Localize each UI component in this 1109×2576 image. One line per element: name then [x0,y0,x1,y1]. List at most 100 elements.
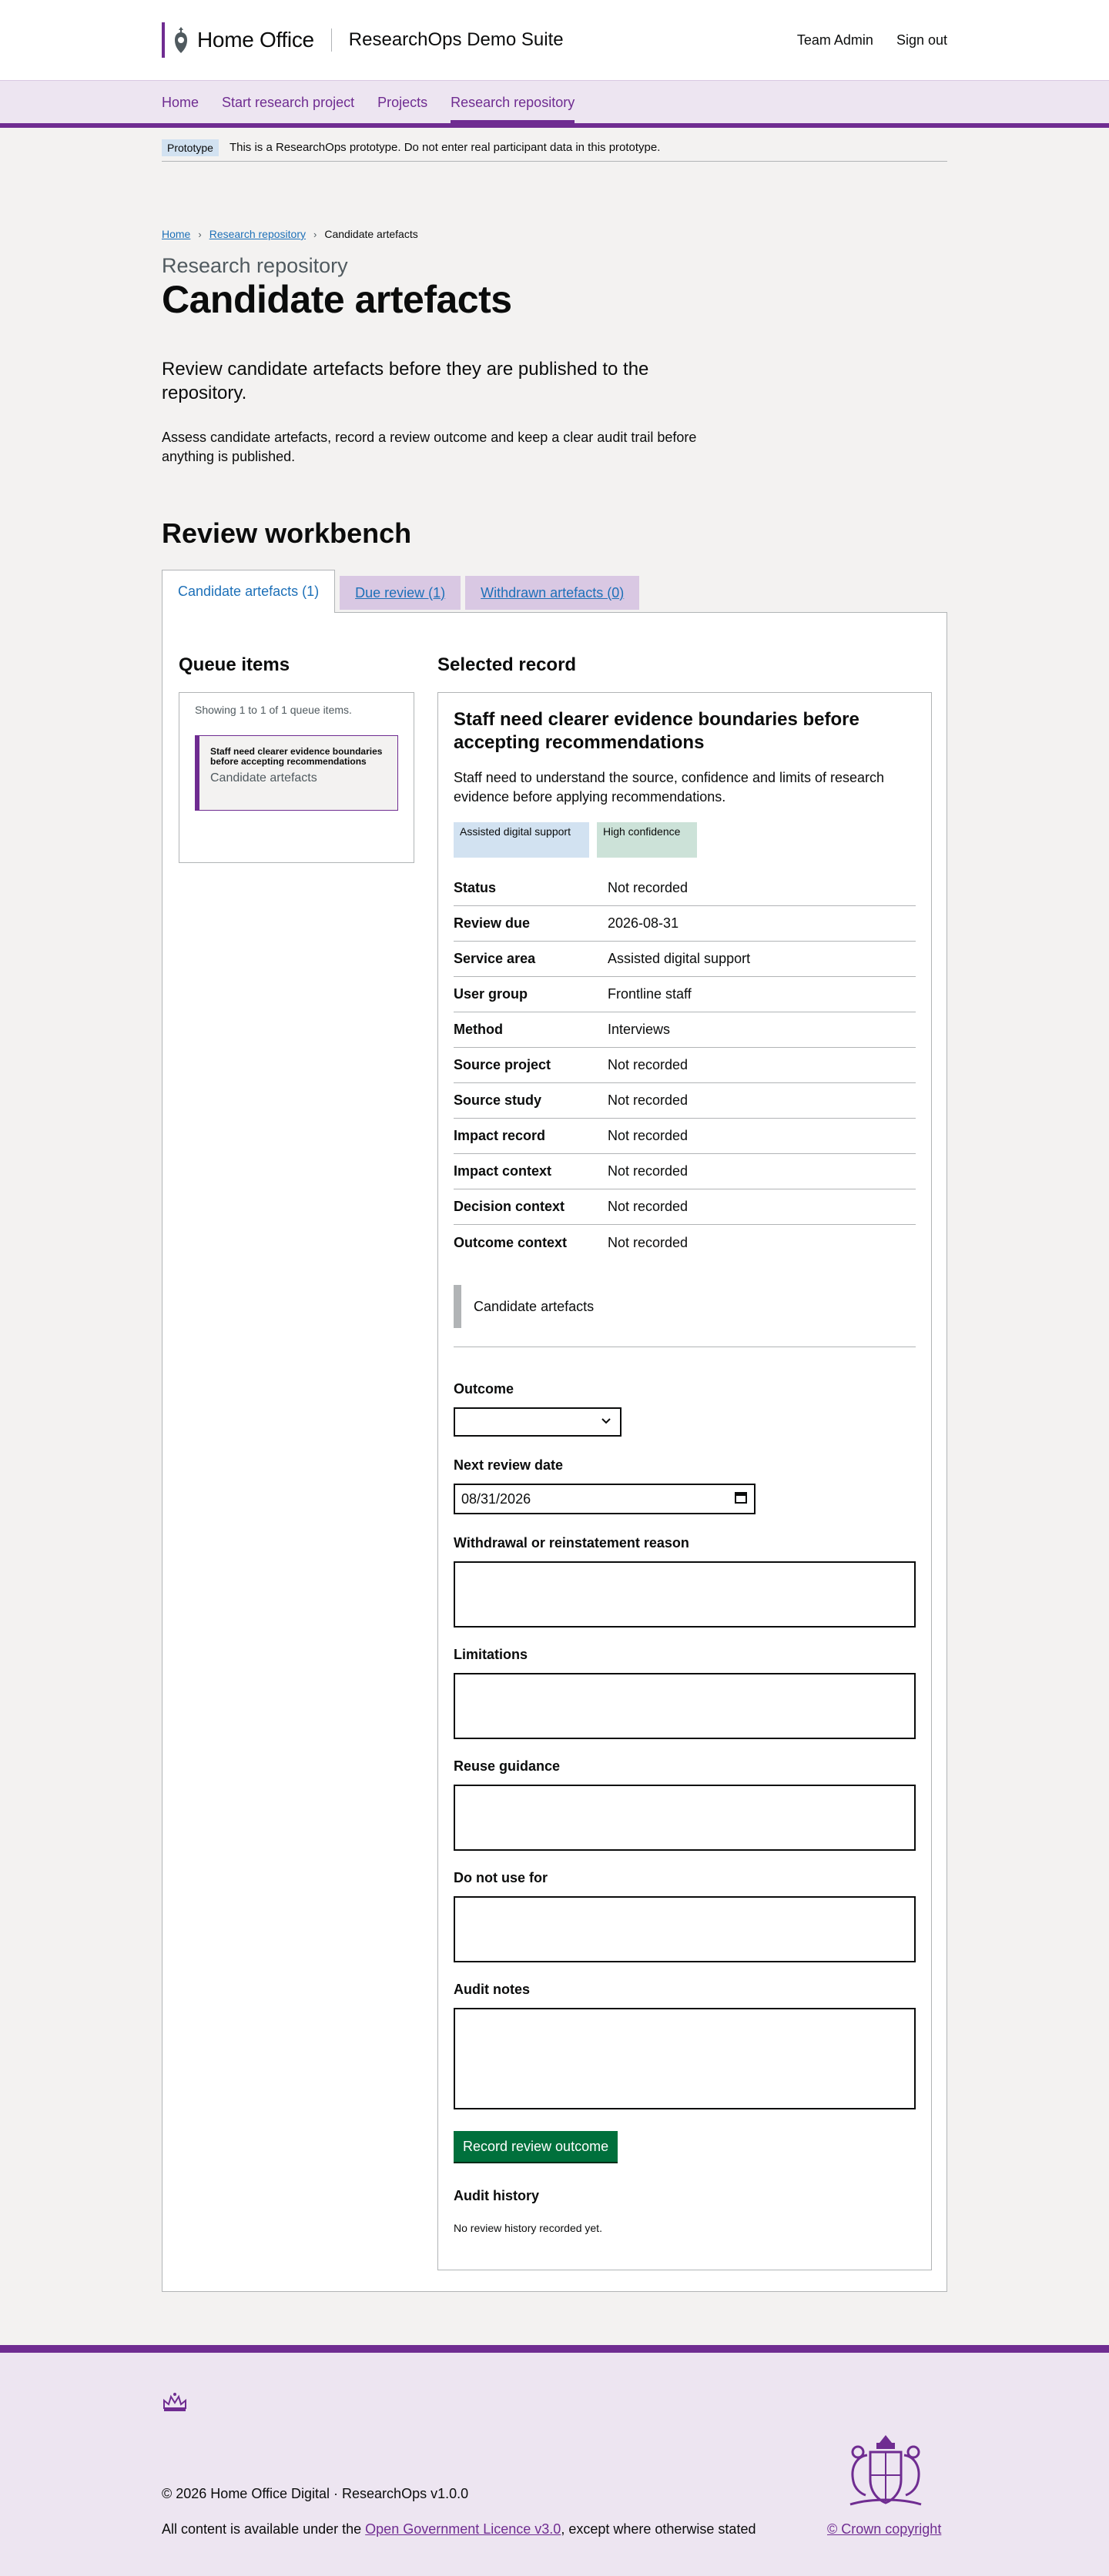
summary-value: Frontline staff [608,986,692,1002]
crown-copyright-link[interactable]: © Crown copyright [827,2521,941,2538]
limitations-label: Limitations [454,1647,528,1662]
tab-panel: Queue items Showing 1 to 1 of 1 queue it… [162,612,947,2292]
summary-row: Impact record Not recorded [454,1119,916,1154]
brand-bar [162,22,165,58]
reuse-guidance-label: Reuse guidance [454,1758,561,1774]
record-tags: Assisted digital support High confidence [454,822,697,858]
nav-item-projects[interactable]: Projects [377,81,427,124]
breadcrumb-home[interactable]: Home [162,228,190,240]
reuse-guidance-textarea[interactable] [454,1785,916,1851]
prototype-tag: Prototype [162,139,219,156]
limitations-textarea[interactable] [454,1673,916,1739]
summary-value: Not recorded [608,880,689,895]
summary-row: Method Interviews [454,1012,916,1048]
tab-candidate-artefacts[interactable]: Candidate artefacts (1) [162,570,336,613]
tab-withdrawn-artefacts[interactable]: Withdrawn artefacts (0) [465,576,640,610]
workbench-title: Review workbench [162,517,412,549]
site-footer: © 2026 Home Office Digital · ResearchOps… [0,2345,1109,2576]
record-review-outcome-button[interactable]: Record review outcome [454,2131,618,2162]
calendar-icon[interactable] [734,1490,748,1508]
summary-value: Not recorded [608,1128,689,1143]
breadcrumb: Home › Research repository › Candidate a… [162,228,418,240]
do-not-use-for-textarea[interactable] [454,1896,916,1962]
tag-service-area: Assisted digital support [454,822,589,858]
withdrawal-reason-textarea[interactable] [454,1561,916,1628]
nav-item-home[interactable]: Home [162,81,199,124]
open-government-licence-link[interactable]: Open Government Licence v3.0 [365,2521,561,2537]
breadcrumb-research-repository[interactable]: Research repository [209,228,306,240]
outcome-select[interactable] [454,1407,622,1437]
licence-prefix: All content is available under the [162,2521,366,2537]
outcome-label: Outcome [454,1381,514,1397]
summary-value: Interviews [608,1022,671,1037]
summary-row: Decision context Not recorded [454,1189,916,1225]
tab-due-review[interactable]: Due review (1) [340,576,461,610]
summary-key: Outcome context [454,1234,568,1250]
nav-item-start-research-project[interactable]: Start research project [222,81,354,124]
selected-record: Staff need clearer evidence boundaries b… [437,692,932,2270]
chevron-right-icon: › [198,228,202,240]
nav-item-research-repository[interactable]: Research repository [451,81,575,124]
summary-key: Method [454,1022,503,1037]
queue-heading: Queue items [179,654,290,675]
do-not-use-for-label: Do not use for [454,1870,548,1885]
header-inner: Home Office ResearchOps Demo Suite Team … [162,22,947,59]
header-links: Team Admin Sign out [797,32,947,49]
record-title: Staff need clearer evidence boundaries b… [454,709,859,753]
page-title: Candidate artefacts [162,278,512,321]
queue-item-selected[interactable]: Staff need clearer evidence boundaries b… [195,735,398,811]
next-review-date-label: Next review date [454,1457,564,1473]
summary-value: Not recorded [608,1092,689,1108]
summary-key: Status [454,880,497,895]
breadcrumb-current: Candidate artefacts [324,228,418,240]
header-divider [330,28,332,52]
next-review-date-input[interactable]: 08/31/2026 [454,1484,756,1514]
lead-paragraph: Review candidate artefacts before they a… [162,359,649,403]
summary-row: Status Not recorded [454,871,916,906]
audit-notes-textarea[interactable] [454,2008,916,2109]
summary-key: Impact record [454,1128,546,1143]
workbench-tabs: Candidate artefacts (1) Due review (1) W… [162,570,640,613]
queue-item-type: Candidate artefacts [210,771,317,785]
summary-value: Not recorded [608,1234,689,1250]
withdrawal-reason-label: Withdrawal or reinstatement reason [454,1535,689,1551]
summary-list: Status Not recorded Review due 2026-08-31 … [454,871,916,1260]
page-caption: Research repository [162,254,348,277]
summary-key: Service area [454,951,536,966]
record-description: Staff need to understand the source, con… [454,770,885,805]
summary-value: Not recorded [608,1199,689,1214]
home-office-crest-icon [171,25,191,55]
audit-notes-label: Audit notes [454,1982,530,1997]
service-name[interactable]: ResearchOps Demo Suite [349,29,564,51]
summary-row: Review due 2026-08-31 [454,906,916,942]
sign-out-link[interactable]: Sign out [896,32,947,49]
summary-row: Source study Not recorded [454,1083,916,1119]
prototype-text: This is a ResearchOps prototype. Do not … [229,141,661,154]
licence-suffix: , except where otherwise stated [561,2521,756,2537]
summary-key: Source study [454,1092,542,1108]
summary-row: Service area Assisted digital support [454,942,916,977]
summary-key: Review due [454,915,531,931]
selected-record-heading: Selected record [437,654,577,675]
next-review-date-value: 08/31/2026 [461,1490,531,1507]
chevron-down-icon [600,1415,612,1431]
summary-value: Not recorded [608,1057,689,1072]
summary-value: 2026-08-31 [608,915,679,931]
queue-list: Showing 1 to 1 of 1 queue items. Staff n… [179,692,414,863]
chevron-right-icon: › [313,228,317,240]
summary-row: User group Frontline staff [454,977,916,1012]
summary-row: Outcome context Not recorded [454,1225,916,1260]
crown-icon [162,2391,188,2417]
royal-coat-of-arms-icon [839,2432,932,2514]
organisation-name[interactable]: Home Office [197,28,314,52]
summary-key: Impact context [454,1163,552,1179]
primary-navigation: Home Start research project Projects Res… [0,80,1109,128]
queue-count: Showing 1 to 1 of 1 queue items. [195,704,352,716]
team-admin-link[interactable]: Team Admin [797,32,873,49]
inset-text: Candidate artefacts [454,1285,916,1328]
footer-copyright: © 2026 Home Office Digital · ResearchOps… [162,2486,469,2501]
summary-key: User group [454,986,528,1002]
site-header: Home Office ResearchOps Demo Suite Team … [0,0,1109,80]
queue-item-title: Staff need clearer evidence boundaries b… [210,746,383,767]
nav-items: Home Start research project Projects Res… [162,81,575,124]
